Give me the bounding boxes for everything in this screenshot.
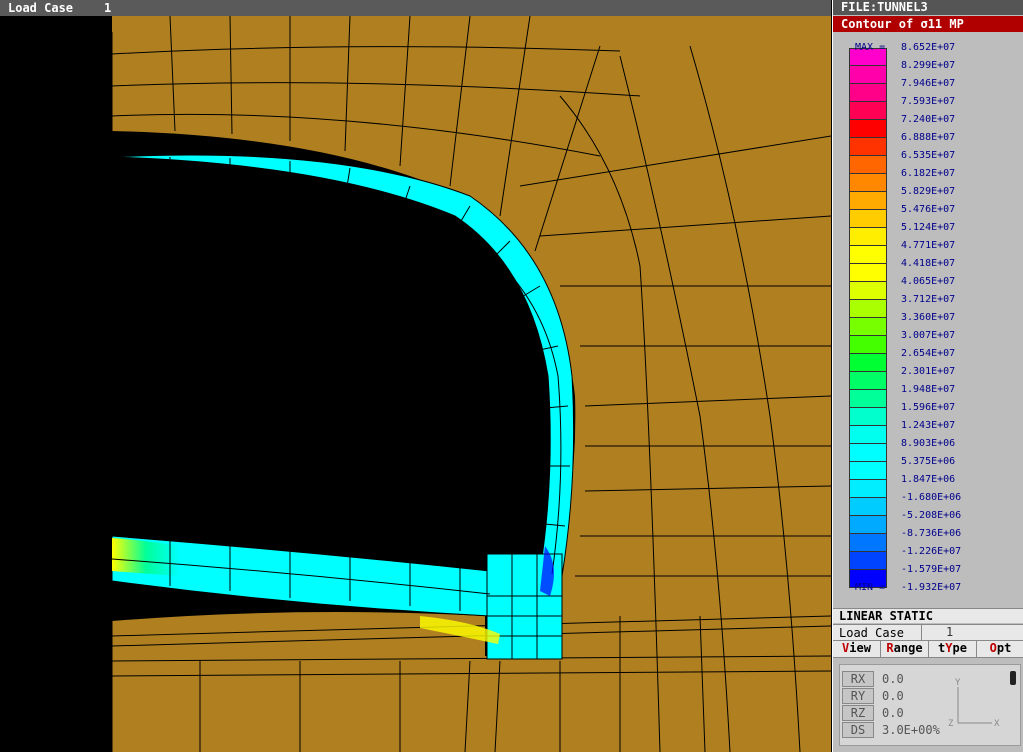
axis-z-label: Z [948,719,954,729]
rx-value: 0.0 [882,672,904,686]
legend-max-label: MAX = [855,42,886,53]
legend-value: -8.736E+06 [901,528,962,539]
results-panel: FILE:TUNNEL3 Contour of σ11 MP 8.652E+07… [832,0,1023,752]
legend-value: -1.579E+07 [901,564,962,575]
legend-value: 8.299E+07 [901,60,956,71]
legend-value: 8.652E+07 [901,42,956,53]
legend-value: -1.680E+06 [901,492,962,503]
load-case-value: 1 [104,1,112,15]
contour-legend: 8.652E+07 8.299E+07 7.946E+07 7.593E+07 7.24… [833,34,1023,604]
analysis-type: LINEAR STATIC [833,608,1023,623]
file-title: FILE:TUNNEL3 [833,0,1023,15]
view-controls: RX 0.0 RY 0.0 RZ 0.0 DS 3.0E+00% Y Z X [839,664,1021,746]
legend-value: 3.712E+07 [901,294,956,305]
legend-value: 1.596E+07 [901,402,956,413]
axes-triad-icon: Y Z X [948,678,1000,729]
legend-value: 1.243E+07 [901,420,956,431]
model-viewport[interactable] [0,16,831,752]
legend-value: 5.124E+07 [901,222,956,233]
ry-key[interactable]: RY [842,688,874,704]
legend-value: -1.932E+07 [901,582,962,593]
legend-value: -5.208E+06 [901,510,962,521]
load-case-label: Load Case [839,626,905,640]
legend-frame [849,48,887,588]
ds-value: 3.0E+00% [882,723,940,737]
legend-value: 8.903E+06 [901,438,956,449]
legend-value: 4.771E+07 [901,240,956,251]
legend-value: 2.654E+07 [901,348,956,359]
legend-min-label: MIN = [855,582,886,593]
view-rx-row[interactable]: RX 0.0 [842,671,962,687]
menu-view[interactable]: View [833,641,881,657]
legend-value: 2.301E+07 [901,366,956,377]
legend-value: 6.535E+07 [901,150,956,161]
legend-value: 7.593E+07 [901,96,956,107]
view-rz-row[interactable]: RZ 0.0 [842,705,962,721]
rz-value: 0.0 [882,706,904,720]
legend-value: 3.007E+07 [901,330,956,341]
legend-value: 1.847E+06 [901,474,956,485]
legend-value: 5.375E+06 [901,456,956,467]
axis-y-label: Y [955,678,961,688]
view-ry-row[interactable]: RY 0.0 [842,688,962,704]
legend-value: 1.948E+07 [901,384,956,395]
legend-value: 4.065E+07 [901,276,956,287]
ry-value: 0.0 [882,689,904,703]
legend-value: 5.829E+07 [901,186,956,197]
legend-value: 7.240E+07 [901,114,956,125]
load-case-value[interactable]: 1 [921,625,1021,640]
legend-value: 7.946E+07 [901,78,956,89]
axis-x-label: X [994,719,1000,729]
rx-key[interactable]: RX [842,671,874,687]
legend-value: 6.888E+07 [901,132,956,143]
menu-type[interactable]: tYpe [929,641,977,657]
title-bar: Load Case 1 [0,0,831,17]
load-case-selector[interactable]: Load Case 1 [833,624,1023,641]
view-ds-row[interactable]: DS 3.0E+00% [842,722,962,738]
legend-value: 5.476E+07 [901,204,956,215]
load-case-label: Load Case [8,1,74,15]
rz-key[interactable]: RZ [842,705,874,721]
pin-icon[interactable] [1010,671,1016,685]
contour-title: Contour of σ11 MP [833,16,1023,32]
legend-value: 4.418E+07 [901,258,956,269]
menu-range[interactable]: Range [881,641,929,657]
legend-value: 6.182E+07 [901,168,956,179]
legend-value: -1.226E+07 [901,546,962,557]
ds-key[interactable]: DS [842,722,874,738]
panel-menu: View Range tYpe Opt [833,640,1023,658]
legend-value: 3.360E+07 [901,312,956,323]
menu-opt[interactable]: Opt [977,641,1023,657]
